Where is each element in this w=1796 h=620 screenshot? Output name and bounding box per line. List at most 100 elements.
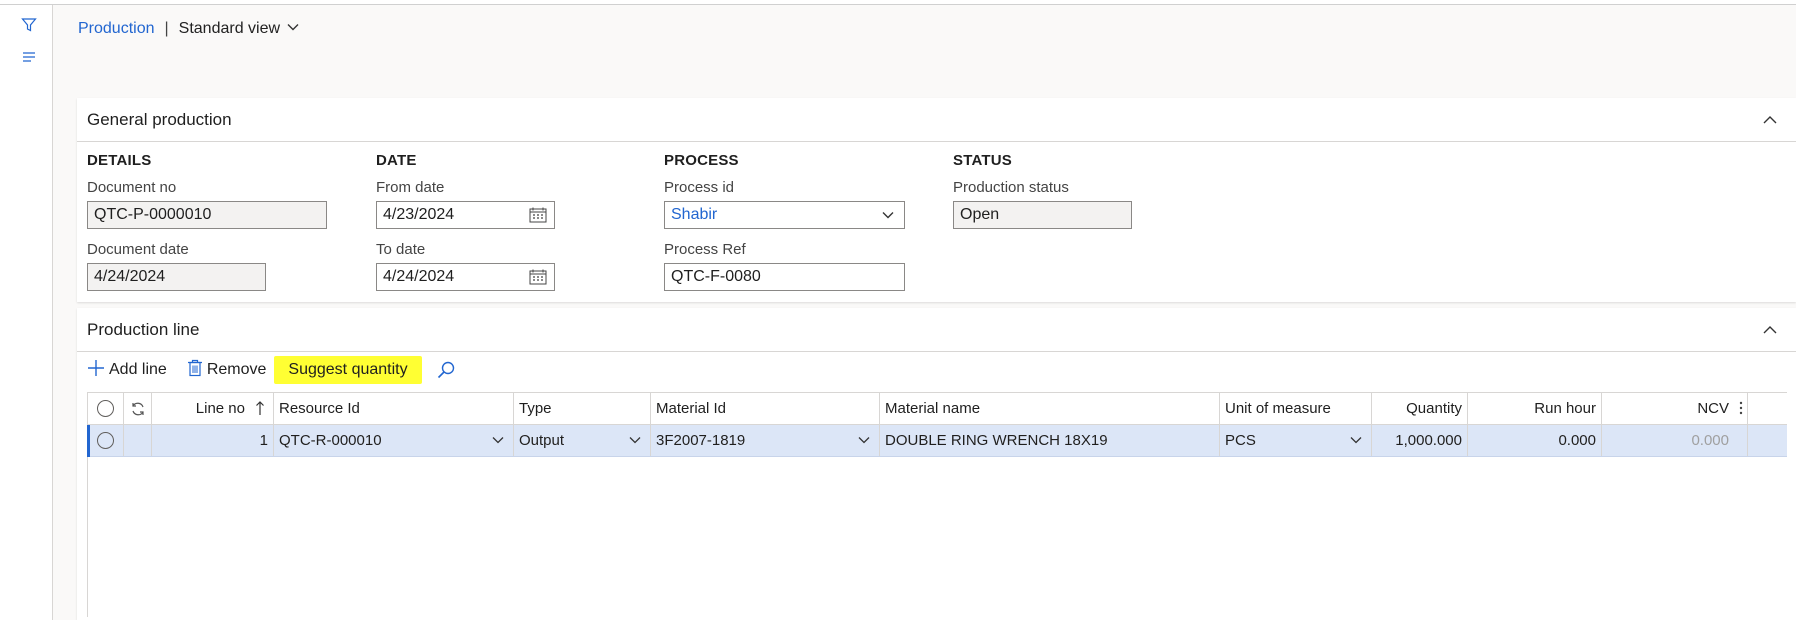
line-no-header-label: Line no — [195, 400, 245, 417]
add-line-label: Add line — [109, 361, 167, 378]
cell-type[interactable]: Output — [514, 425, 651, 456]
radio-button[interactable] — [97, 400, 114, 417]
resource-id-value: QTC-R-000010 — [279, 432, 382, 449]
radio-button[interactable] — [97, 432, 114, 449]
column-header-ncv[interactable]: NCV — [1602, 393, 1748, 424]
process-id-label: Process id — [664, 179, 735, 196]
document-no-label: Document no — [87, 179, 177, 196]
cell-material-id[interactable]: 3F2007-1819 — [651, 425, 880, 456]
document-date-field[interactable]: 4/24/2024 — [87, 263, 266, 291]
process-id-value[interactable]: Shabir — [671, 206, 717, 224]
general-production-section: General production DETAILS Document no Q… — [77, 98, 1796, 302]
search-icon[interactable] — [430, 356, 462, 384]
chevron-down-icon — [286, 20, 300, 39]
to-date-label: To date — [376, 241, 426, 258]
process-group: PROCESS — [664, 152, 739, 169]
breadcrumb-separator: | — [164, 20, 169, 37]
column-header-line-no[interactable]: Line no — [152, 393, 274, 424]
column-header-unit-of-measure[interactable]: Unit of measure — [1220, 393, 1372, 424]
ncv-header-label: NCV — [1697, 400, 1729, 417]
process-ref-field[interactable]: QTC-F-0080 — [664, 263, 905, 291]
document-date-value: 4/24/2024 — [94, 268, 166, 285]
chevron-down-icon[interactable] — [1349, 433, 1363, 447]
date-group: DATE — [376, 152, 417, 169]
filter-icon[interactable] — [19, 15, 39, 35]
to-date-field[interactable]: 4/24/2024 — [376, 263, 555, 291]
production-line-grid: Line no Resource Id Type Material Id Mat… — [87, 392, 1787, 617]
cell-line-no: 1 — [152, 425, 274, 456]
details-heading: DETAILS — [87, 152, 152, 169]
cell-resource-id[interactable]: QTC-R-000010 — [274, 425, 514, 456]
column-header-material-name[interactable]: Material name — [880, 393, 1220, 424]
section-title: Production line — [87, 319, 200, 339]
production-line-header[interactable]: Production line — [77, 308, 1796, 352]
cell-run-hour[interactable]: 0.000 — [1468, 425, 1602, 456]
chevron-down-icon[interactable] — [628, 433, 642, 447]
calendar-icon[interactable] — [528, 268, 548, 286]
document-no-field[interactable]: QTC-P-0000010 — [87, 201, 327, 229]
from-date-value: 4/23/2024 — [383, 206, 455, 223]
more-vertical-icon[interactable] — [1739, 401, 1743, 419]
refresh-icon[interactable] — [124, 393, 152, 424]
document-date-label: Document date — [87, 241, 189, 258]
status-heading: STATUS — [953, 152, 1012, 169]
list-icon[interactable] — [19, 47, 39, 67]
line-toolbar: Add line Remove Suggest quantity — [81, 356, 462, 384]
view-selector-label: Standard view — [178, 20, 281, 37]
table-row[interactable]: 1 QTC-R-000010 Output 3F2007-1819 DOUBLE — [87, 425, 1787, 457]
from-date-field[interactable]: 4/23/2024 — [376, 201, 555, 229]
sort-up-icon — [255, 400, 265, 420]
trash-icon — [187, 359, 203, 382]
grid-empty-area — [88, 457, 1787, 617]
column-header-run-hour[interactable]: Run hour — [1468, 393, 1602, 424]
date-heading: DATE — [376, 152, 417, 169]
cell-ncv: 0.000 — [1602, 425, 1748, 456]
column-header-type[interactable]: Type — [514, 393, 651, 424]
material-id-value: 3F2007-1819 — [656, 432, 746, 449]
chevron-up-icon[interactable] — [1760, 320, 1780, 340]
details-group: DETAILS — [87, 152, 151, 169]
to-date-value: 4/24/2024 — [383, 268, 455, 285]
section-title: General production — [87, 109, 232, 129]
cell-material-name: DOUBLE RING WRENCH 18X19 — [880, 425, 1220, 456]
chevron-down-icon[interactable] — [491, 433, 505, 447]
column-header-resource-id[interactable]: Resource Id — [274, 393, 514, 424]
document-no-value: QTC-P-0000010 — [94, 206, 212, 223]
cell-unit-of-measure[interactable]: PCS — [1220, 425, 1372, 456]
add-line-button[interactable]: Add line — [81, 356, 173, 384]
type-value: Output — [519, 432, 565, 449]
general-production-header[interactable]: General production — [77, 98, 1796, 142]
suggest-quantity-button[interactable]: Suggest quantity — [274, 356, 422, 384]
breadcrumb-production-link[interactable]: Production — [78, 20, 155, 38]
column-header-material-id[interactable]: Material Id — [651, 393, 880, 424]
select-all-radio[interactable] — [88, 393, 124, 424]
unit-value: PCS — [1225, 432, 1256, 449]
breadcrumb: Production | Standard view — [78, 18, 300, 40]
chevron-up-icon[interactable] — [1760, 110, 1780, 130]
process-heading: PROCESS — [664, 152, 739, 169]
view-selector[interactable]: Standard view — [179, 20, 300, 39]
chevron-down-icon[interactable] — [878, 206, 898, 224]
production-line-section: Production line Add line Remove Suggest … — [77, 308, 1796, 620]
process-id-dropdown[interactable]: Shabir — [664, 201, 905, 229]
top-border — [0, 0, 1796, 5]
grid-header-row: Line no Resource Id Type Material Id Mat… — [88, 392, 1787, 425]
cell-quantity[interactable]: 1,000.000 — [1372, 425, 1468, 456]
row-select-radio[interactable] — [88, 425, 124, 456]
suggest-quantity-label: Suggest quantity — [288, 361, 408, 378]
production-status-label: Production status — [953, 179, 1069, 196]
process-ref-label: Process Ref — [664, 241, 746, 258]
status-group: STATUS — [953, 152, 1012, 169]
production-status-field[interactable]: Open — [953, 201, 1132, 229]
process-ref-value: QTC-F-0080 — [671, 268, 761, 285]
row-spacer-cell — [124, 425, 152, 456]
column-header-quantity[interactable]: Quantity — [1372, 393, 1468, 424]
chevron-down-icon[interactable] — [857, 433, 871, 447]
plus-icon — [87, 359, 105, 382]
left-action-bar — [0, 5, 53, 620]
calendar-icon[interactable] — [528, 206, 548, 224]
production-status-value: Open — [960, 206, 1000, 223]
from-date-label: From date — [376, 179, 445, 196]
remove-label: Remove — [206, 361, 267, 378]
remove-button[interactable]: Remove — [181, 356, 273, 384]
